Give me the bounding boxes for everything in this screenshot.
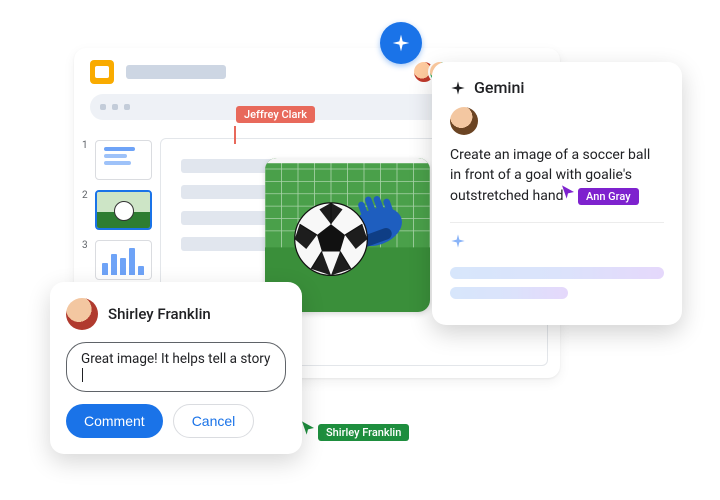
comment-author-avatar — [66, 298, 98, 330]
comment-submit-button[interactable]: Comment — [66, 404, 163, 438]
comment-draft-text: Great image! It helps tell a story — [81, 351, 270, 367]
collaborator-pointer-shirley: Shirley Franklin — [300, 420, 409, 441]
gemini-title: Gemini — [474, 78, 524, 97]
slide-thumbnail[interactable]: 1 — [82, 140, 152, 180]
collaborator-label: Ann Gray — [578, 188, 639, 205]
doc-title-placeholder[interactable] — [126, 65, 226, 79]
gemini-badge-icon[interactable] — [380, 22, 422, 64]
slides-logo-icon — [90, 60, 114, 84]
divider — [450, 222, 664, 223]
gemini-response-spark-icon — [450, 233, 466, 253]
slide-number: 1 — [82, 140, 90, 151]
comment-author-name: Shirley Franklin — [108, 305, 211, 323]
gemini-panel: Gemini Create an image of a soccer ball … — [432, 62, 682, 325]
slide-number: 3 — [82, 240, 90, 251]
collaborator-label: Shirley Franklin — [318, 424, 409, 441]
gemini-user-avatar — [450, 107, 478, 135]
collaborator-label: Jeffrey Clark — [236, 106, 315, 123]
comment-card: Shirley Franklin Great image! It helps t… — [50, 282, 302, 454]
gemini-spark-icon — [450, 80, 466, 96]
slide-thumbnail[interactable]: 3 — [82, 240, 152, 280]
slide-number: 2 — [82, 190, 90, 201]
comment-cancel-button[interactable]: Cancel — [173, 404, 255, 438]
gemini-response-skeleton — [450, 267, 664, 299]
collaborator-pointer-ann: Ann Gray — [560, 184, 639, 205]
text-caret-icon — [82, 368, 83, 382]
slide-thumbnail[interactable]: 2 — [82, 190, 152, 230]
comment-input[interactable]: Great image! It helps tell a story — [66, 342, 286, 392]
